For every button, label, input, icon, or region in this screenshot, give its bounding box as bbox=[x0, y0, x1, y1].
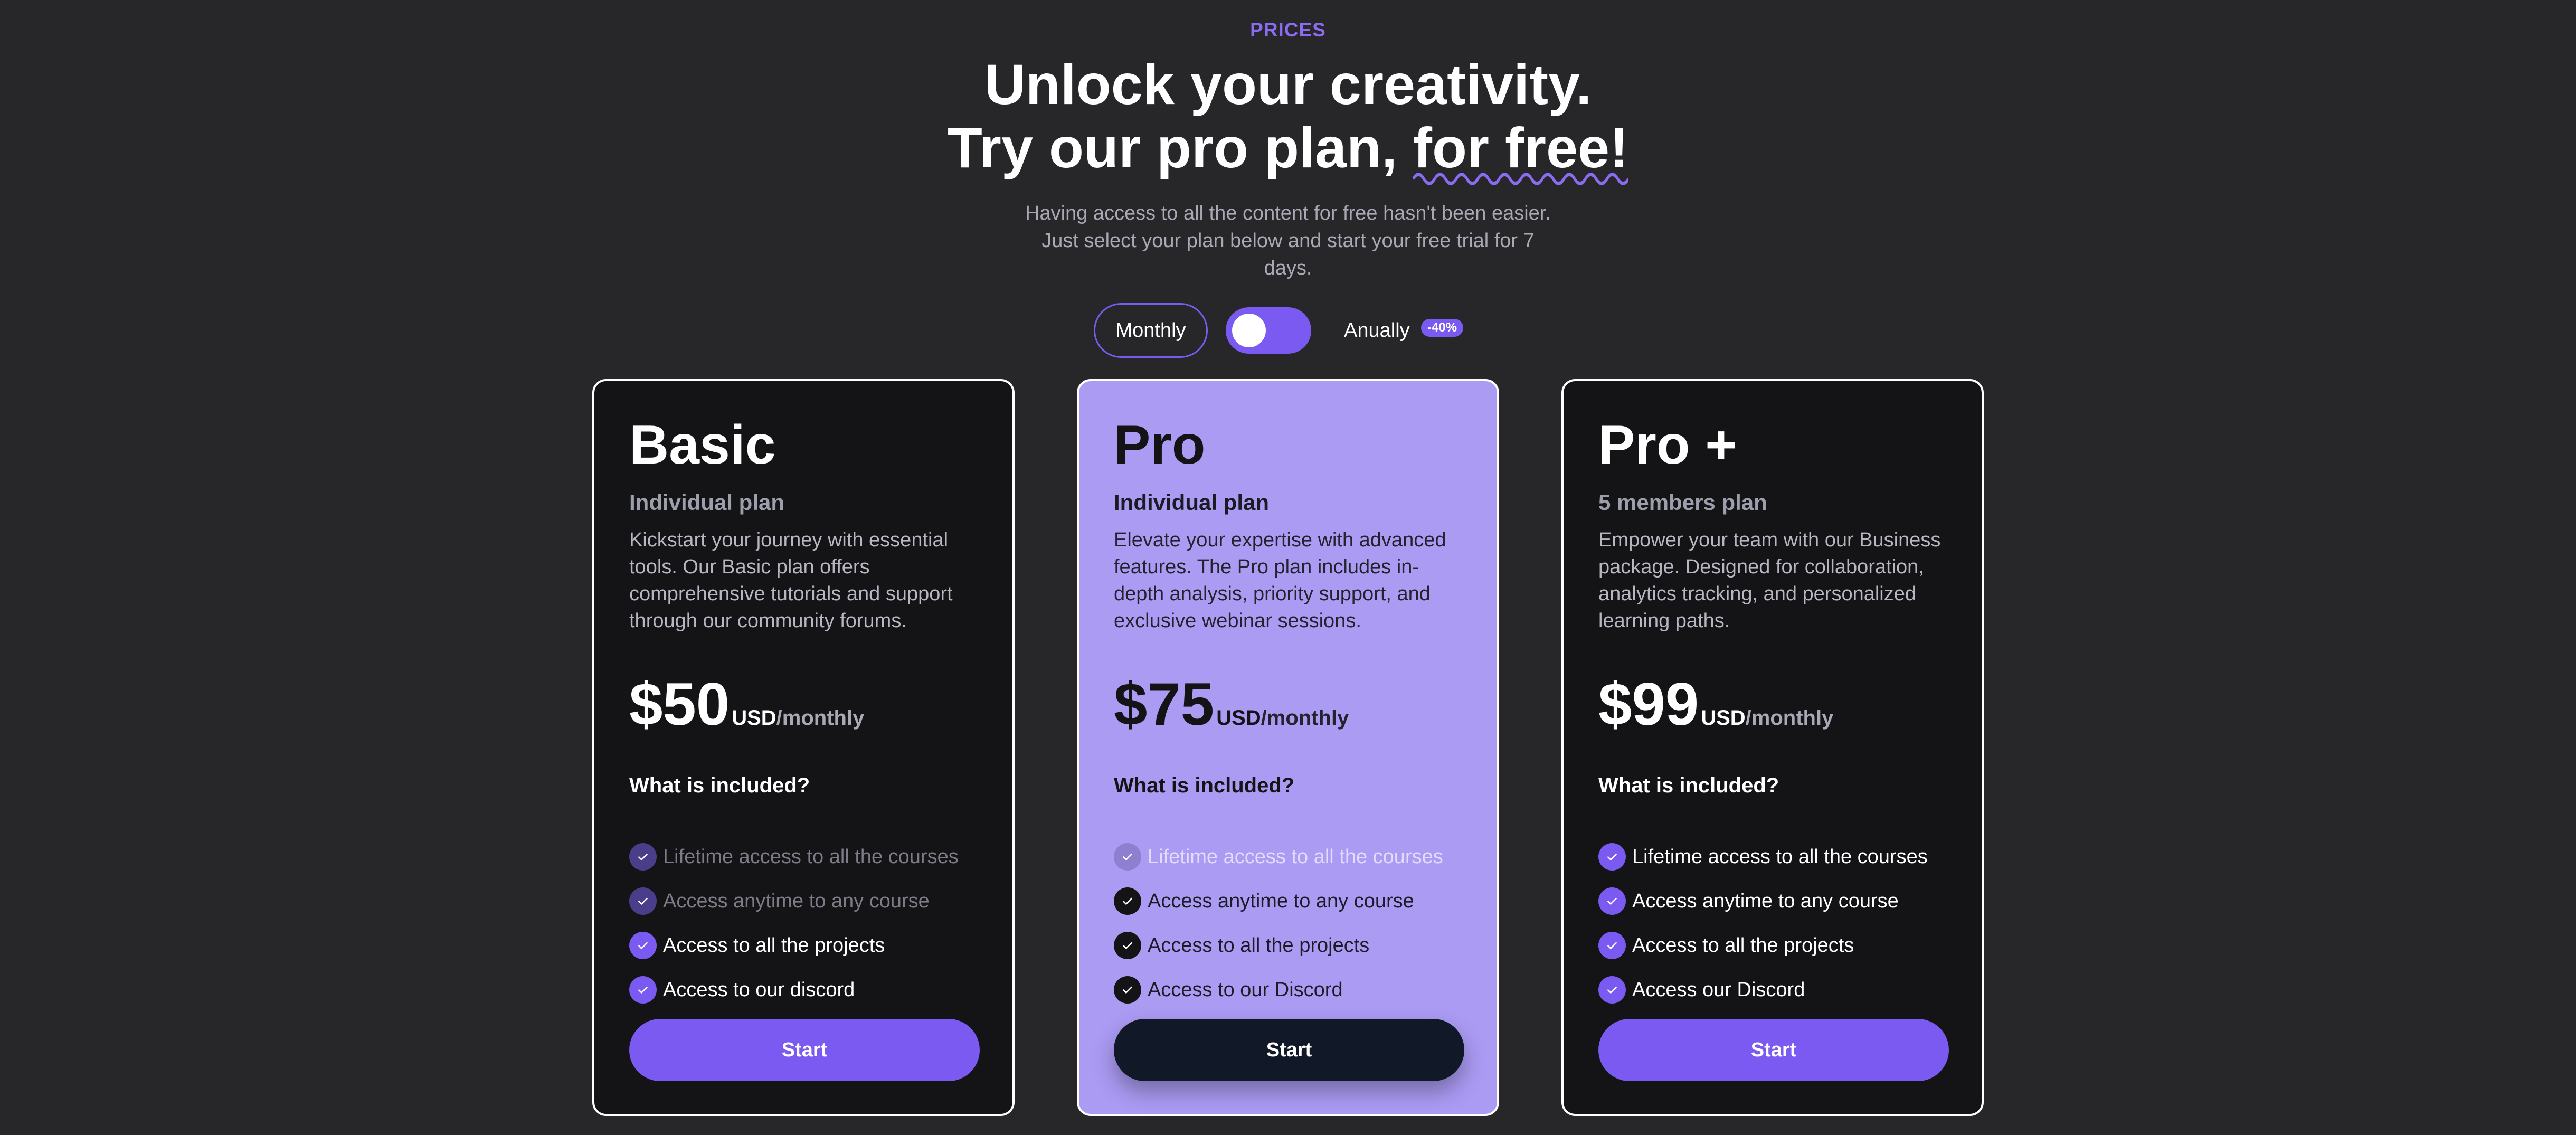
plan-card-pro-plus: Pro + 5 members plan Empower your team w… bbox=[1561, 379, 1984, 1116]
switch-knob bbox=[1232, 314, 1266, 347]
feature-label: Access anytime to any course bbox=[663, 890, 930, 912]
feature-item: Lifetime access to all the courses bbox=[1114, 835, 1462, 879]
included-title: What is included? bbox=[629, 774, 810, 797]
start-button-pro-plus[interactable]: Start bbox=[1598, 1019, 1949, 1081]
feature-list: Lifetime access to all the courses Acces… bbox=[1598, 835, 1947, 1012]
prices-eyebrow: PRICES bbox=[1250, 19, 1326, 41]
billing-period-switch[interactable] bbox=[1226, 307, 1311, 354]
feature-item: Access to all the projects bbox=[629, 923, 978, 968]
feature-item: Access to all the projects bbox=[1114, 923, 1462, 968]
feature-item: Access anytime to any course bbox=[1598, 879, 1947, 923]
feature-item: Access to all the projects bbox=[1598, 923, 1947, 968]
feature-label: Access our Discord bbox=[1632, 978, 1805, 1001]
check-icon bbox=[1114, 976, 1141, 1004]
feature-item: Lifetime access to all the courses bbox=[629, 835, 978, 879]
plan-subtitle: Individual plan bbox=[1114, 490, 1270, 515]
feature-list: Lifetime access to all the courses Acces… bbox=[1114, 835, 1462, 1012]
headline-line-2: Try our pro plan, for free! bbox=[0, 116, 2576, 185]
plan-price: $99 bbox=[1598, 671, 1699, 738]
plan-title: Pro bbox=[1114, 414, 1206, 476]
included-title: What is included? bbox=[1114, 774, 1295, 797]
feature-label: Access to all the projects bbox=[663, 934, 885, 957]
check-icon bbox=[629, 932, 657, 959]
plan-price: $75 bbox=[1114, 671, 1215, 738]
check-icon bbox=[1598, 932, 1626, 959]
feature-item: Access to our discord bbox=[629, 968, 978, 1012]
page-headline: Unlock your creativity. Try our pro plan… bbox=[0, 52, 2576, 185]
check-icon bbox=[1114, 887, 1141, 915]
monthly-label: Monthly bbox=[1115, 319, 1186, 342]
annually-option[interactable]: Anually bbox=[1344, 303, 1410, 358]
annually-label: Anually bbox=[1344, 319, 1410, 342]
plan-card-basic: Basic Individual plan Kickstart your jou… bbox=[592, 379, 1015, 1116]
check-icon bbox=[629, 843, 657, 871]
feature-label: Access to our discord bbox=[663, 978, 855, 1001]
discount-badge: -40% bbox=[1421, 319, 1464, 337]
plan-title: Basic bbox=[629, 414, 776, 476]
feature-item: Lifetime access to all the courses bbox=[1598, 835, 1947, 879]
feature-label: Access to our Discord bbox=[1148, 978, 1343, 1001]
plan-title: Pro + bbox=[1598, 414, 1737, 476]
plan-subtitle: 5 members plan bbox=[1598, 490, 1767, 515]
plan-period: /monthly bbox=[1745, 706, 1834, 730]
plan-price: $50 bbox=[629, 671, 730, 738]
plan-price-row: $75 USD /monthly bbox=[1114, 670, 1462, 739]
check-icon bbox=[1598, 843, 1626, 871]
check-icon bbox=[1114, 843, 1141, 871]
check-icon bbox=[1114, 932, 1141, 959]
feature-label: Access anytime to any course bbox=[1148, 890, 1414, 912]
included-title: What is included? bbox=[1598, 774, 1779, 797]
plan-currency: USD bbox=[732, 706, 776, 730]
feature-item: Access our Discord bbox=[1598, 968, 1947, 1012]
plan-subtitle: Individual plan bbox=[629, 490, 785, 515]
billing-toggle-row: Monthly Anually -40% bbox=[0, 303, 2576, 358]
plan-price-row: $99 USD /monthly bbox=[1598, 670, 1947, 739]
feature-item: Access anytime to any course bbox=[629, 879, 978, 923]
start-button-basic[interactable]: Start bbox=[629, 1019, 980, 1081]
plan-description: Empower your team with our Business pack… bbox=[1598, 529, 1941, 632]
headline-line-2-prefix: Try our pro plan, bbox=[947, 116, 1414, 179]
feature-label: Lifetime access to all the courses bbox=[663, 845, 959, 868]
plan-currency: USD bbox=[1701, 706, 1746, 730]
feature-list: Lifetime access to all the courses Acces… bbox=[629, 835, 978, 1012]
check-icon bbox=[629, 887, 657, 915]
headline-accent: for free! bbox=[1413, 116, 1629, 185]
plan-card-pro: Pro Individual plan Elevate your experti… bbox=[1077, 379, 1499, 1116]
feature-label: Access to all the projects bbox=[1632, 934, 1854, 957]
feature-label: Access to all the projects bbox=[1148, 934, 1370, 957]
feature-label: Lifetime access to all the courses bbox=[1632, 845, 1928, 868]
feature-item: Access to our Discord bbox=[1114, 968, 1462, 1012]
plan-description: Kickstart your journey with essential to… bbox=[629, 529, 953, 632]
check-icon bbox=[1598, 976, 1626, 1004]
feature-label: Access anytime to any course bbox=[1632, 890, 1899, 912]
wavy-underline-icon bbox=[1413, 173, 1629, 185]
plan-description: Elevate your expertise with advanced fea… bbox=[1114, 529, 1446, 632]
plan-price-row: $50 USD /monthly bbox=[629, 670, 978, 739]
plan-currency: USD bbox=[1216, 706, 1261, 730]
page-subtitle: Having access to all the content for fre… bbox=[1025, 202, 1551, 279]
plan-period: /monthly bbox=[776, 706, 865, 730]
start-button-pro[interactable]: Start bbox=[1114, 1019, 1464, 1081]
check-icon bbox=[629, 976, 657, 1004]
headline-line-1: Unlock your creativity. bbox=[984, 52, 1592, 116]
check-icon bbox=[1598, 887, 1626, 915]
feature-label: Lifetime access to all the courses bbox=[1148, 845, 1443, 868]
monthly-option[interactable]: Monthly bbox=[1094, 303, 1208, 358]
plan-period: /monthly bbox=[1261, 706, 1349, 730]
feature-item: Access anytime to any course bbox=[1114, 879, 1462, 923]
